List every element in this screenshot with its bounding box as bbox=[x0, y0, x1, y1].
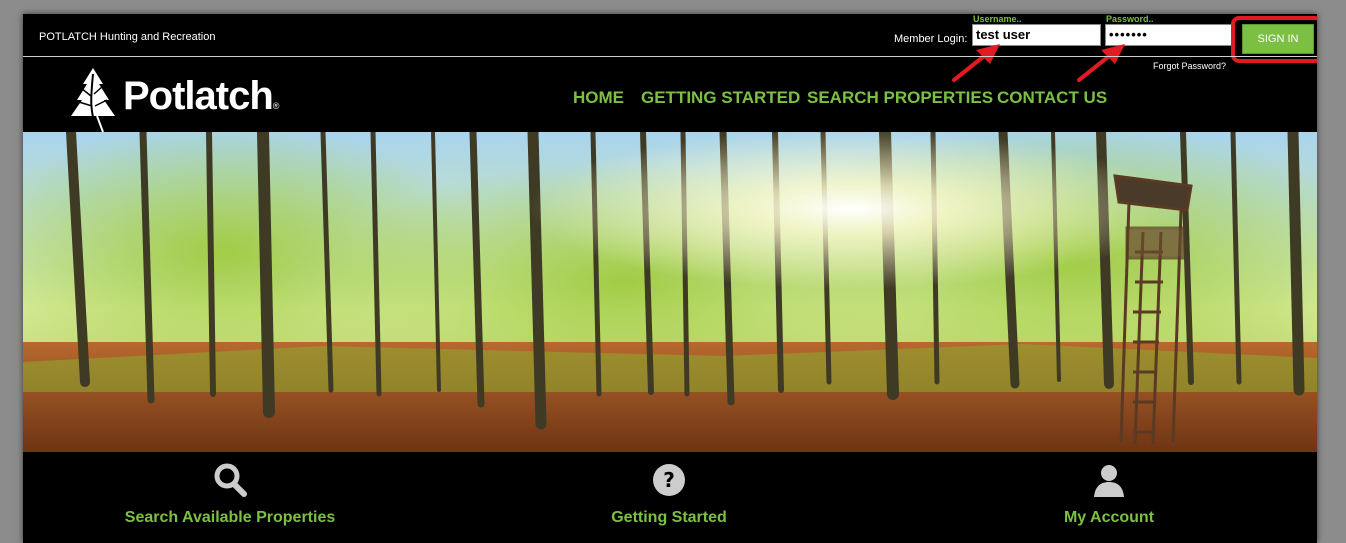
feature-search-properties[interactable]: Search Available Properties bbox=[100, 462, 360, 527]
feature-my-account-label: My Account bbox=[1063, 509, 1155, 526]
search-icon bbox=[214, 463, 247, 497]
nav-home[interactable]: HOME bbox=[573, 88, 624, 108]
feature-search-label: Search Available Properties bbox=[124, 509, 336, 526]
hero-forest-image bbox=[23, 132, 1317, 452]
signin-button[interactable]: SIGN IN bbox=[1242, 24, 1314, 54]
arrow-annotation-password bbox=[1077, 44, 1125, 82]
feature-getting-started-label: Getting Started bbox=[611, 509, 727, 526]
arrow-annotation-username bbox=[952, 44, 1000, 82]
page: POTLATCH Hunting and Recreation Member L… bbox=[23, 14, 1317, 543]
svg-text:?: ? bbox=[663, 468, 675, 492]
feature-my-account[interactable]: My Account bbox=[979, 462, 1239, 527]
nav-getting-started[interactable]: GETTING STARTED bbox=[641, 88, 800, 108]
logo-text: Potlatch® bbox=[123, 74, 279, 118]
feature-getting-started[interactable]: ? Getting Started bbox=[539, 462, 799, 527]
nav-search-properties[interactable]: SEARCH PROPERTIES bbox=[807, 88, 993, 108]
user-icon bbox=[1094, 465, 1124, 497]
header-divider bbox=[23, 56, 1317, 57]
question-icon: ? bbox=[653, 464, 685, 496]
forgot-password-link[interactable]: Forgot Password? bbox=[1153, 61, 1226, 71]
site-title: POTLATCH Hunting and Recreation bbox=[39, 31, 216, 43]
potlatch-logo[interactable]: Potlatch® bbox=[67, 66, 287, 134]
nav-contact-us[interactable]: CONTACT US bbox=[997, 88, 1107, 108]
username-label: Username.. bbox=[973, 14, 1022, 24]
password-label: Password.. bbox=[1106, 14, 1154, 24]
tree-logo-icon bbox=[71, 68, 115, 133]
